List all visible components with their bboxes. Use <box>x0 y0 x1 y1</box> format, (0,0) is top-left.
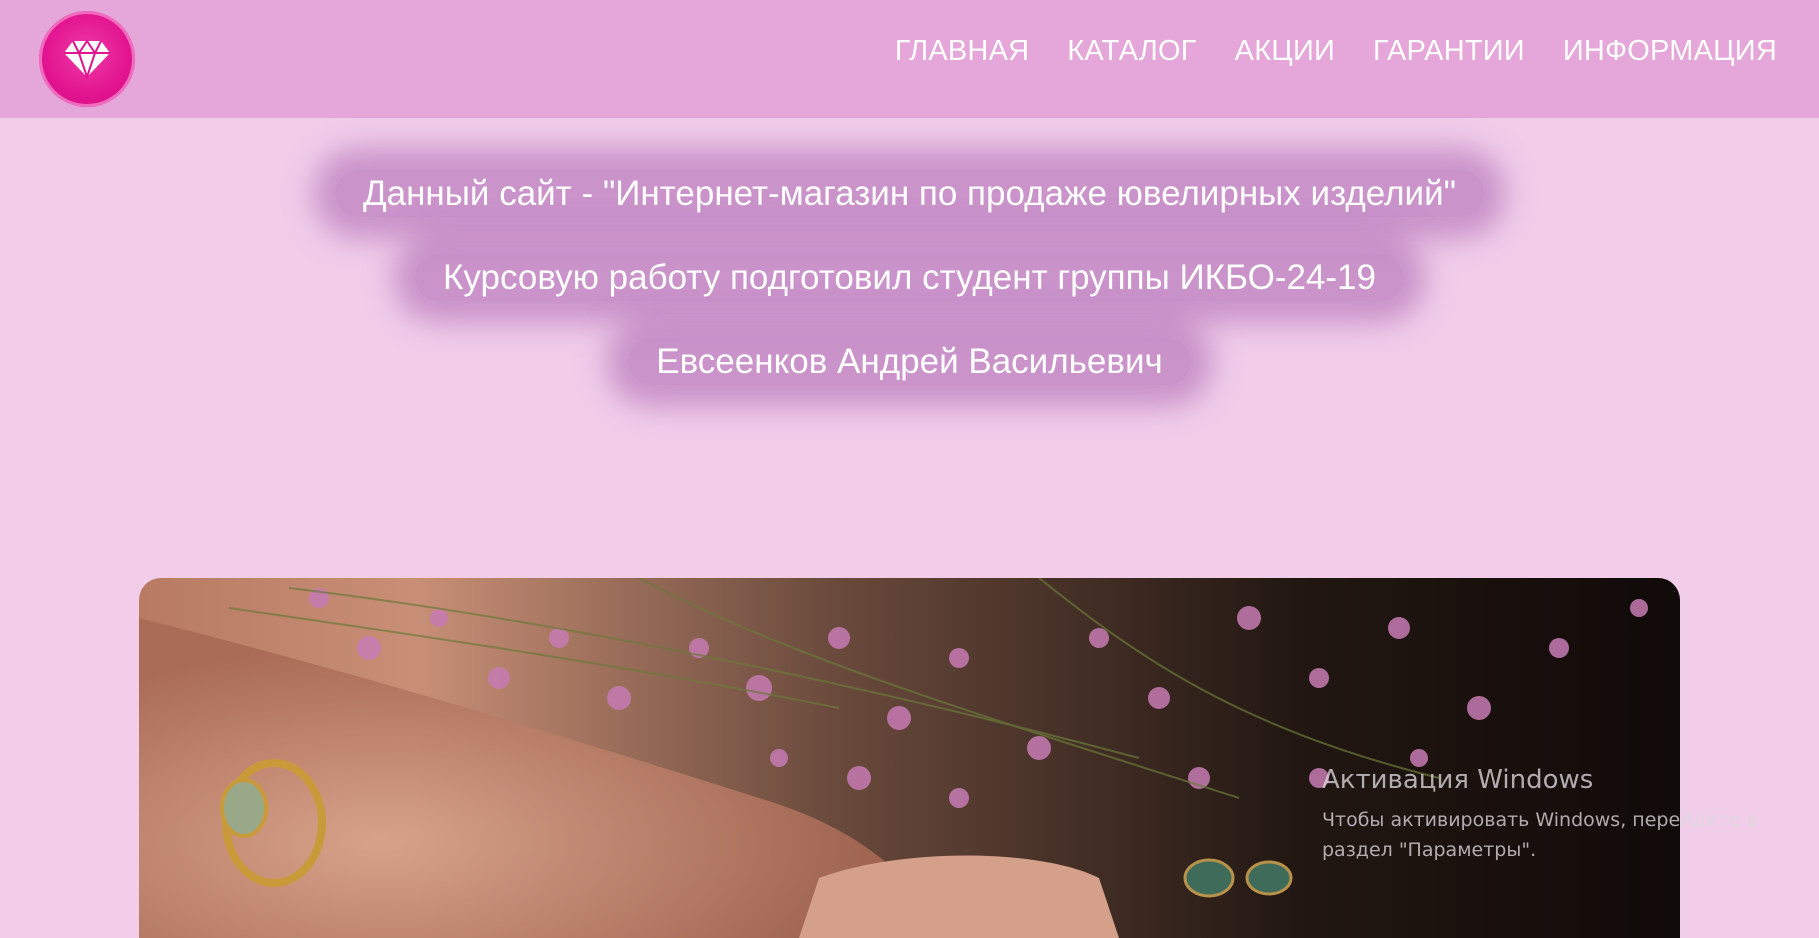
nav-home[interactable]: ГЛАВНАЯ <box>895 35 1029 68</box>
info-line-name-text: Евсеенков Андрей Васильевич <box>628 338 1191 385</box>
nav-guarantees[interactable]: ГАРАНТИИ <box>1373 35 1525 68</box>
info-line-site-text: Данный сайт - "Интернет-магазин по прода… <box>334 170 1485 217</box>
windows-activation-watermark: Активация Windows Чтобы активировать Win… <box>1322 765 1792 865</box>
info-block: Данный сайт - "Интернет-магазин по прода… <box>0 170 1819 422</box>
jewelry-flowers-illustration <box>139 578 1648 938</box>
nav-information[interactable]: ИНФОРМАЦИЯ <box>1563 35 1777 68</box>
info-line-author-text: Курсовую работу подготовил студент групп… <box>415 254 1404 301</box>
watermark-title: Активация Windows <box>1322 765 1594 795</box>
main-nav: ГЛАВНАЯ КАТАЛОГ АКЦИИ ГАРАНТИИ ИНФОРМАЦИ… <box>895 35 1777 68</box>
info-line-name: Евсеенков Андрей Васильевич <box>0 338 1819 385</box>
logo[interactable] <box>39 11 135 107</box>
diamond-icon <box>64 39 110 79</box>
info-line-site: Данный сайт - "Интернет-магазин по прода… <box>0 170 1819 217</box>
site-header: ГЛАВНАЯ КАТАЛОГ АКЦИИ ГАРАНТИИ ИНФОРМАЦИ… <box>0 0 1819 118</box>
nav-catalog[interactable]: КАТАЛОГ <box>1067 35 1196 68</box>
banner-image <box>139 578 1680 938</box>
info-line-author: Курсовую работу подготовил студент групп… <box>0 254 1819 301</box>
nav-promotions[interactable]: АКЦИИ <box>1235 35 1335 68</box>
watermark-subtitle: Чтобы активировать Windows, перейдите в … <box>1322 809 1758 861</box>
